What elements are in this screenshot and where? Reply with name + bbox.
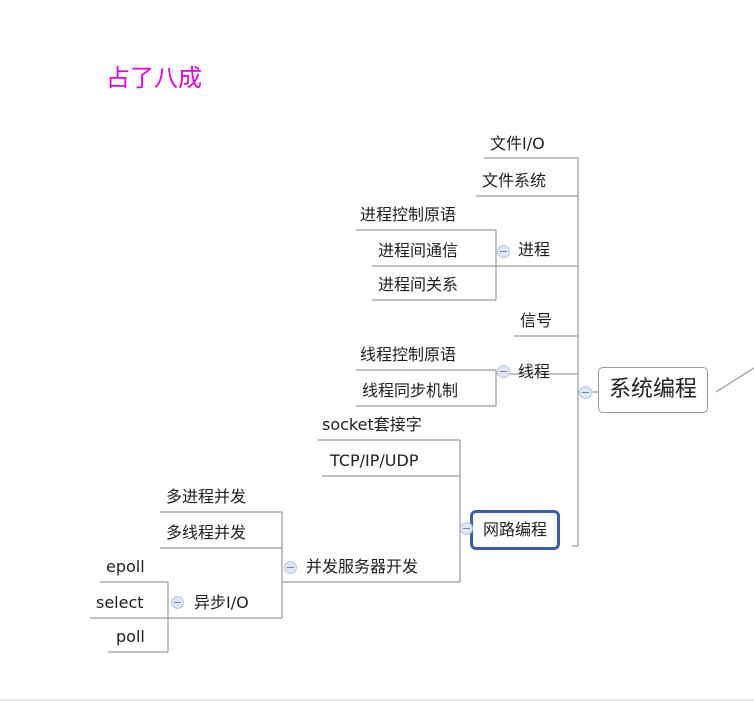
- connector-offscreen: [715, 367, 754, 393]
- node-network-label: 网路编程: [483, 520, 548, 539]
- node-network-selected[interactable]: 网路编程: [470, 510, 561, 550]
- line-file-io: [484, 157, 579, 168]
- root-node-system-programming[interactable]: 系统编程: [598, 367, 709, 413]
- node-process-relation[interactable]: 进程间关系: [378, 275, 458, 295]
- node-file-system[interactable]: 文件系统: [482, 171, 546, 191]
- node-file-io[interactable]: 文件I/O: [490, 134, 545, 154]
- node-concurrent-server[interactable]: 并发服务器开发: [306, 557, 418, 577]
- node-async-io[interactable]: 异步I/O: [194, 593, 249, 613]
- node-multi-thread[interactable]: 多线程并发: [166, 523, 246, 543]
- collapse-icon[interactable]: [579, 386, 592, 399]
- node-poll[interactable]: poll: [116, 627, 145, 647]
- collapse-icon[interactable]: [284, 561, 297, 574]
- node-thread[interactable]: 线程: [518, 362, 550, 382]
- node-select[interactable]: select: [96, 593, 144, 613]
- node-thread-sync[interactable]: 线程同步机制: [362, 381, 458, 401]
- node-process-control[interactable]: 进程控制原语: [360, 205, 456, 225]
- collapse-icon[interactable]: [171, 596, 184, 609]
- annotation-text: 占了八成: [106, 64, 202, 92]
- node-multi-process[interactable]: 多进程并发: [166, 487, 246, 507]
- node-tcpip[interactable]: TCP/IP/UDP: [330, 451, 418, 471]
- collapse-icon[interactable]: [460, 522, 473, 535]
- collapse-icon[interactable]: [497, 245, 510, 258]
- collapse-icon[interactable]: [497, 365, 510, 378]
- root-node-label: 系统编程: [609, 377, 698, 402]
- node-socket[interactable]: socket套接字: [322, 415, 422, 435]
- node-process[interactable]: 进程: [518, 240, 550, 260]
- node-process-ipc[interactable]: 进程间通信: [378, 241, 458, 261]
- node-epoll[interactable]: epoll: [106, 557, 145, 577]
- node-thread-control[interactable]: 线程控制原语: [360, 345, 456, 365]
- node-signal[interactable]: 信号: [520, 311, 552, 331]
